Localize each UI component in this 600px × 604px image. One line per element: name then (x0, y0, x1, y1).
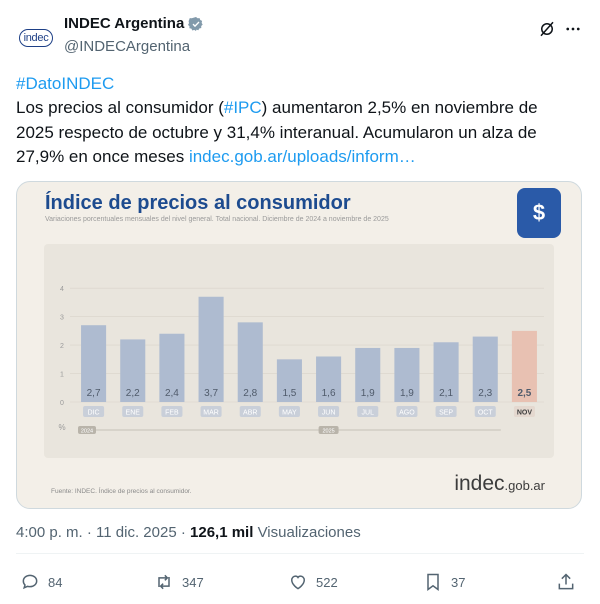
bar-value-label: 2,7 (87, 388, 101, 399)
ipc-logo-icon: $ (517, 188, 561, 238)
account-handle[interactable]: @INDECArgentina (64, 38, 190, 55)
category-label: ENE (126, 410, 141, 417)
account-name-row[interactable]: INDEC Argentina (64, 15, 204, 32)
category-label: MAY (282, 410, 297, 417)
bookmark-icon (427, 573, 439, 591)
bar-value-label: 2,4 (165, 388, 179, 399)
chart-title: Índice de precios al consumidor (45, 192, 351, 214)
category-label: FEB (165, 410, 179, 417)
reply-icon (22, 574, 38, 590)
bookmark-button[interactable]: 37 (423, 572, 465, 592)
grok-icon[interactable] (536, 18, 558, 40)
chart-source: Fuente: INDEC. Índice de precios al cons… (51, 488, 192, 495)
avatar-logo-text: indec (18, 29, 54, 47)
hashtag-link[interactable]: #DatoINDEC (16, 74, 114, 94)
media-image[interactable]: Índice de precios al consumidor Variacio… (16, 181, 582, 509)
chart-bar (198, 296, 224, 402)
y-tick-label: 0 (60, 400, 64, 407)
category-label: NOV (517, 410, 533, 417)
bar-value-label: 2,5 (517, 388, 531, 399)
views-label: Visualizaciones (257, 524, 361, 541)
bar-value-label: 1,9 (400, 388, 414, 399)
ipc-hashtag-link[interactable]: #IPC (224, 98, 262, 117)
category-label: DIC (88, 410, 100, 417)
tweet-date[interactable]: 11 dic. 2025 (96, 524, 177, 541)
like-count: 522 (316, 574, 338, 590)
bar-value-label: 2,3 (478, 388, 492, 399)
avatar[interactable]: indec (16, 18, 56, 58)
account-name[interactable]: INDEC Argentina (64, 15, 184, 32)
brand-name: indec (454, 472, 505, 495)
year-label: 2024 (81, 428, 93, 434)
category-label: ABR (243, 410, 257, 417)
y-tick-label: 3 (60, 315, 64, 322)
views-count: 126,1 mil (190, 524, 254, 541)
reply-button[interactable]: 84 (20, 572, 62, 592)
y-axis-unit-label: % (58, 423, 65, 432)
category-label: JUL (362, 410, 375, 417)
tweet-time[interactable]: 4:00 p. m. (16, 524, 83, 541)
bookmark-count: 37 (451, 574, 466, 590)
bar-value-label: 2,1 (439, 388, 453, 399)
share-button[interactable] (556, 572, 576, 592)
category-label: OCT (478, 410, 494, 417)
like-icon (290, 575, 306, 590)
like-button[interactable]: 522 (288, 572, 338, 592)
action-bar: 84 347 522 37 (0, 566, 600, 600)
ipc-logo-symbol: $ (532, 200, 546, 225)
chart-plot-area: 0 1 2 3 4% 2,7 DIC 2,2 ENE 2,4 FEB 3,7 MAR 2,8 ABR 1,5 M… (44, 244, 554, 458)
indec-brand-logo: indec.gob.ar (454, 472, 545, 496)
divider (16, 553, 584, 554)
tweet-text: Los precios al consumidor (#IPC) aumenta… (16, 96, 576, 170)
reply-count: 84 (48, 574, 63, 590)
more-icon[interactable] (562, 18, 584, 40)
y-tick-label: 1 (60, 372, 64, 379)
meta-separator: · (180, 524, 191, 541)
report-link[interactable]: indec.gob.ar/uploads/inform… (189, 147, 416, 166)
tweet-meta: 4:00 p. m. · 11 dic. 2025 · 126,1 mil Vi… (16, 524, 361, 541)
repost-button[interactable]: 347 (154, 572, 204, 592)
category-label: AGO (399, 410, 415, 417)
tweet-text-part1: Los precios al consumidor ( (16, 98, 224, 117)
brand-suffix: .gob.ar (504, 478, 545, 493)
bar-value-label: 1,6 (322, 388, 336, 399)
y-tick-label: 4 (60, 286, 64, 293)
bar-value-label: 1,5 (282, 388, 296, 399)
year-label: 2025 (322, 428, 334, 434)
share-icon (558, 573, 574, 590)
repost-icon (158, 574, 170, 590)
verified-badge-icon (188, 16, 203, 31)
meta-separator: · (86, 524, 97, 541)
repost-count: 347 (182, 574, 204, 590)
bar-value-label: 1,9 (361, 388, 375, 399)
bar-value-label: 2,8 (243, 388, 257, 399)
bar-value-label: 3,7 (204, 388, 218, 399)
y-tick-label: 2 (60, 343, 64, 350)
bar-chart: 0 1 2 3 4% 2,7 DIC 2,2 ENE 2,4 FEB 3,7 MAR 2,8 ABR 1,5 M… (58, 286, 544, 434)
category-label: JUN (322, 410, 336, 417)
category-label: SEP (439, 410, 453, 417)
bar-value-label: 2,2 (126, 388, 140, 399)
chart-subtitle: Variaciones porcentuales mensuales del n… (45, 216, 389, 223)
category-label: MAR (203, 410, 219, 417)
